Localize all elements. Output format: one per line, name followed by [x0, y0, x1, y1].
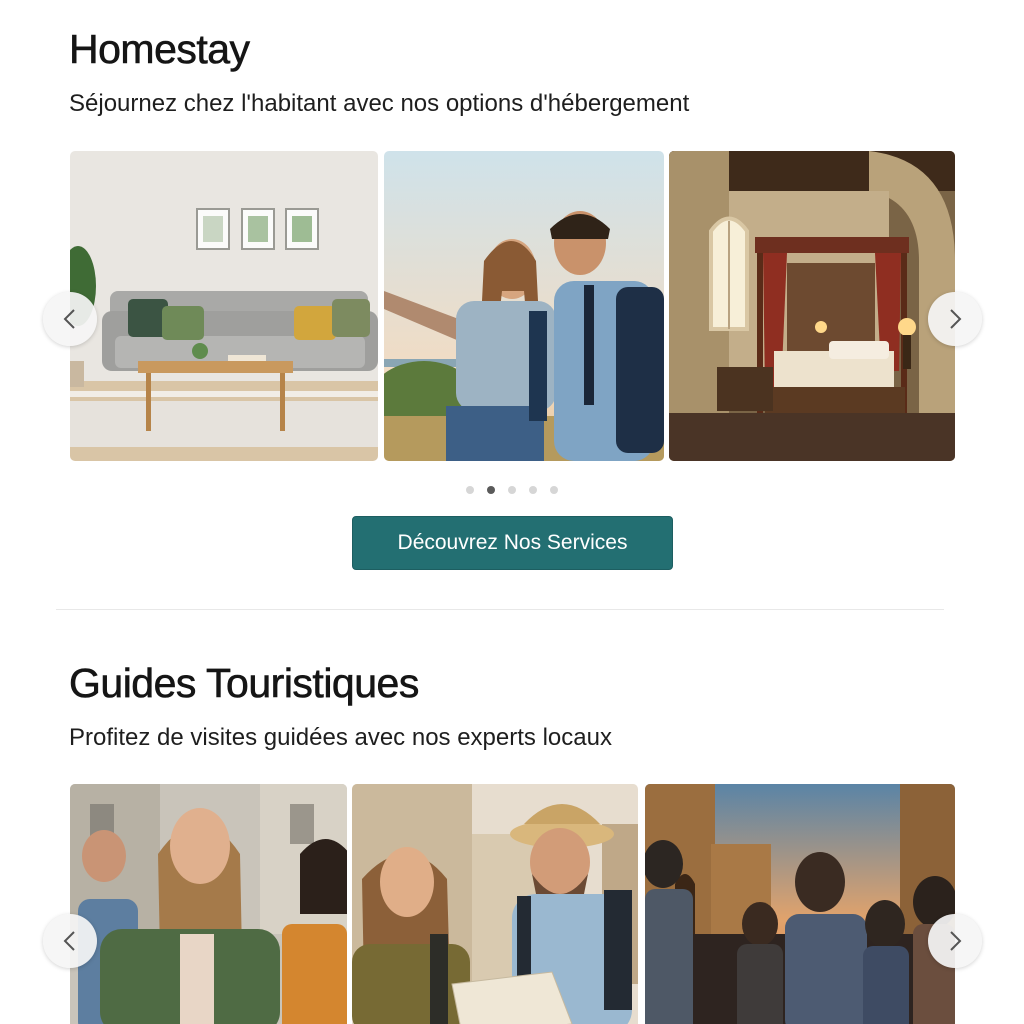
carousel-pagination	[466, 486, 558, 494]
pagination-dot-2[interactable]	[487, 486, 495, 494]
guides-title: Guides Touristiques	[69, 660, 420, 707]
chevron-left-icon	[63, 309, 75, 329]
guides-subtitle: Profitez de visites guidées avec nos exp…	[69, 724, 612, 751]
homestay-next-button[interactable]	[928, 292, 982, 346]
pagination-dot-4[interactable]	[529, 486, 537, 494]
chevron-right-icon	[950, 931, 962, 951]
pagination-dot-5[interactable]	[550, 486, 558, 494]
chevron-left-icon	[63, 931, 75, 951]
guide-group-image[interactable]	[70, 784, 347, 1024]
homestay-subtitle: Séjournez chez l'habitant avec nos optio…	[69, 90, 690, 117]
pagination-dot-3[interactable]	[508, 486, 516, 494]
chevron-right-icon	[950, 309, 962, 329]
living-room-image[interactable]	[70, 151, 378, 461]
pagination-dot-1[interactable]	[466, 486, 474, 494]
guides-prev-button[interactable]	[43, 914, 97, 968]
guide-sunset-tour-image[interactable]	[645, 784, 955, 1024]
travellers-image[interactable]	[384, 151, 664, 461]
guide-map-image[interactable]	[352, 784, 638, 1024]
discover-services-button[interactable]: Découvrez Nos Services	[352, 516, 673, 570]
medieval-bedroom-image[interactable]	[669, 151, 955, 461]
homestay-carousel	[43, 151, 982, 461]
guides-carousel	[43, 784, 982, 1024]
section-divider	[56, 609, 944, 610]
homestay-prev-button[interactable]	[43, 292, 97, 346]
guides-next-button[interactable]	[928, 914, 982, 968]
homestay-title: Homestay	[69, 26, 251, 73]
